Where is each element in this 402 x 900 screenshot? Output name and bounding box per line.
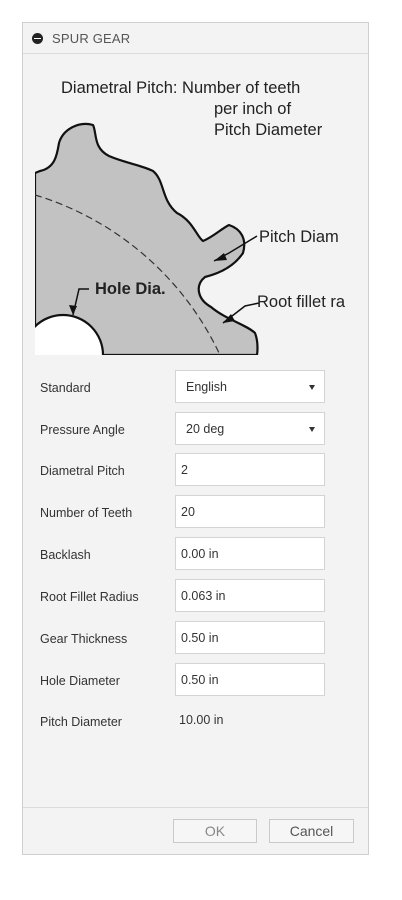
pitch-diameter-readout-label: Pitch Diameter [40, 715, 122, 729]
number-of-teeth-label: Number of Teeth [40, 506, 133, 520]
footer-divider [23, 807, 368, 808]
pressure-angle-value: 20 deg [186, 421, 225, 436]
standard-select[interactable]: English [175, 370, 325, 403]
illustration-heading-line2: per inch of [214, 100, 291, 118]
root-fillet-radius-field[interactable]: 0.063 in [175, 579, 325, 612]
gear-thickness-field[interactable]: 0.50 in [175, 621, 325, 654]
chevron-down-icon [309, 427, 315, 432]
standard-value: English [186, 379, 227, 394]
ok-button[interactable]: OK [173, 819, 257, 843]
illustration-heading-line1: Diametral Pitch: Number of teeth [61, 79, 300, 97]
hole-diameter-field[interactable]: 0.50 in [175, 663, 325, 696]
hole-diameter-field-label: Hole Diameter [40, 674, 120, 688]
illustration-heading-line3: Pitch Diameter [214, 121, 323, 139]
dialog-titlebar: SPUR GEAR [23, 23, 368, 54]
spur-gear-dialog: SPUR GEAR Diametral Pitch: Number of tee… [22, 22, 369, 855]
pitch-diameter-readout: 10.00 in [179, 713, 224, 727]
pressure-angle-label: Pressure Angle [40, 423, 125, 437]
gear-illustration: Diametral Pitch: Number of teeth per inc… [35, 63, 357, 355]
backlash-field[interactable]: 0.00 in [175, 537, 325, 570]
chevron-down-icon [309, 385, 315, 390]
dialog-title: SPUR GEAR [52, 30, 131, 46]
gear-thickness-label: Gear Thickness [40, 632, 128, 646]
gear-diagram: Diametral Pitch: Number of teeth per inc… [35, 79, 346, 355]
root-fillet-radius-value: 0.063 in [181, 588, 226, 603]
backlash-value: 0.00 in [181, 546, 219, 561]
cancel-button[interactable]: Cancel [269, 819, 354, 843]
backlash-label: Backlash [40, 548, 91, 562]
number-of-teeth-field[interactable]: 20 [175, 495, 325, 528]
gear-thickness-value: 0.50 in [181, 630, 219, 645]
hole-diameter-value: 0.50 in [181, 672, 219, 687]
root-fillet-label: Root fillet ra [257, 293, 346, 311]
number-of-teeth-value: 20 [181, 504, 195, 519]
pressure-angle-select[interactable]: 20 deg [175, 412, 325, 445]
standard-label: Standard [40, 381, 91, 395]
hole-diameter-label: Hole Dia. [95, 280, 166, 298]
diametral-pitch-value: 2 [181, 462, 188, 477]
minus-circle-icon[interactable] [32, 32, 43, 44]
pitch-diameter-label: Pitch Diam [259, 228, 339, 246]
root-fillet-radius-label: Root Fillet Radius [40, 590, 139, 604]
diametral-pitch-field[interactable]: 2 [175, 453, 325, 486]
diametral-pitch-label: Diametral Pitch [40, 464, 125, 478]
